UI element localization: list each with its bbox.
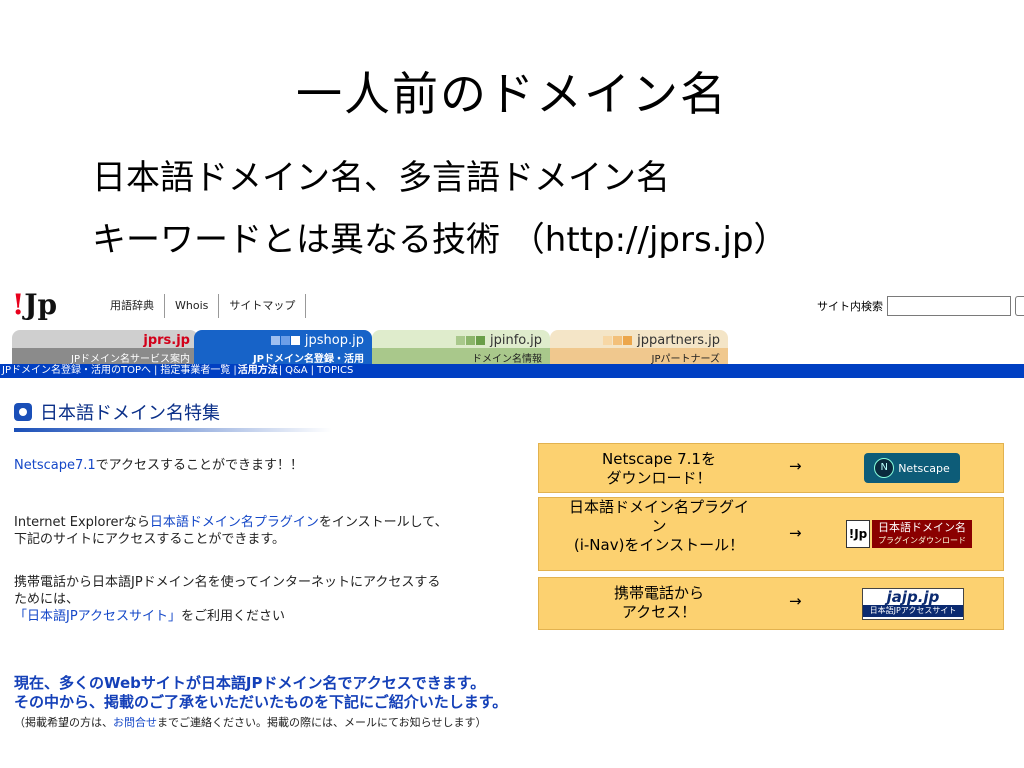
subnav-top-link[interactable]: JPドメイン名登録・活用のTOPへ (0, 365, 153, 376)
tab-name: jppartners.jp (637, 333, 720, 348)
netscape-text: Netscape7.1でアクセスすることができます！！ (14, 458, 303, 473)
slide-subtitle-1: 日本語ドメイン名、多言語ドメイン名 (92, 158, 670, 198)
site-search-label: サイト内検索 (817, 300, 883, 313)
announcement: 現在、多くのWebサイトが日本語JPドメイン名でアクセスできます。 その中から、… (14, 674, 508, 711)
square-icon (465, 336, 475, 345)
netscape-button[interactable]: N Netscape (864, 453, 960, 483)
netscape-link[interactable]: Netscape7.1 (14, 458, 96, 473)
mobile-access-box[interactable]: 携帯電話から アクセス！ → jajp.jp 日本語JPアクセスサイト (538, 577, 1004, 630)
slide-title: 一人前のドメイン名 (296, 67, 728, 121)
netscape-icon: N (874, 458, 895, 478)
tab-desc: ドメイン名情報 (372, 348, 550, 365)
tab-jpshop[interactable]: jpshop.jp JPドメイン名登録・活用 (194, 330, 372, 365)
tab-name: jprs.jp (143, 333, 190, 348)
section-title: 日本語ドメイン名特集 (40, 403, 220, 424)
site-search: サイト内検索 (817, 296, 1024, 316)
netscape-download-box[interactable]: Netscape 7.1を ダウンロード！ → N Netscape (538, 443, 1004, 493)
mobile-text: 携帯電話から日本語JPドメイン名を使ってインターネットにアクセスする ためには、… (14, 575, 441, 624)
inquiry-link[interactable]: お問合せ (113, 716, 157, 729)
top-navigation: 用語辞典 Whois サイトマップ (100, 294, 307, 318)
site-search-button[interactable] (1015, 296, 1024, 316)
square-icon (475, 336, 485, 345)
plugin-download-button[interactable]: !Jp 日本語ドメイン名 プラグインダウンロード (846, 520, 972, 548)
website-screenshot: !Jp 用語辞典 Whois サイトマップ サイト内検索 jprs.jp JPド… (0, 282, 1024, 734)
arrow-icon: → (789, 524, 802, 542)
listing-note: （掲載希望の方は、お問合せまでご連絡ください。掲載の際には、メールにてお知らせし… (14, 716, 487, 729)
tab-desc: JPパートナーズ (550, 348, 728, 365)
tab-desc: JPドメイン名サービス案内 (12, 348, 198, 365)
ie-text: Internet Explorerなら日本語ドメイン名プラグインをインストールし… (14, 515, 448, 547)
sub-navigation: JPドメイン名登録・活用のTOPへ | 指定事業者一覧 |活用方法| Q&A | TOPIC… (0, 364, 1024, 378)
jprs-logo[interactable]: !Jp (12, 288, 57, 321)
subnav-registrars-link[interactable]: 指定事業者一覧 (158, 365, 232, 376)
square-icon (622, 336, 632, 345)
section-heading: 日本語ドメイン名特集 (14, 399, 220, 425)
plugin-link[interactable]: 日本語ドメイン名プラグイン (150, 515, 319, 530)
heading-underline (14, 428, 332, 432)
tab-desc: JPドメイン名登録・活用 (252, 354, 364, 365)
slide-subtitle-2: キーワードとは異なる技術 （http://jprs.jp） (92, 220, 788, 260)
subnav-topics-link[interactable]: TOPICS (315, 365, 355, 376)
tab-name: jpinfo.jp (489, 333, 542, 348)
topnav-glossary-link[interactable]: 用語辞典 (100, 294, 165, 318)
access-site-link[interactable]: 「日本語JPアクセスサイト」 (14, 609, 181, 624)
tab-jpinfo[interactable]: jpinfo.jp ドメイン名情報 (372, 330, 550, 365)
square-icon (290, 336, 300, 345)
tab-name: jpshop.jp (304, 333, 364, 348)
square-icon (455, 336, 465, 345)
site-search-input[interactable] (887, 296, 1011, 316)
jajp-button[interactable]: jajp.jp 日本語JPアクセスサイト (862, 588, 964, 620)
subnav-usage-link[interactable]: 活用方法 (238, 365, 278, 376)
square-icon (280, 336, 290, 345)
jp-logo-icon: !Jp (846, 520, 870, 548)
tab-jppartners[interactable]: jppartners.jp JPパートナーズ (550, 330, 728, 365)
topnav-whois-link[interactable]: Whois (165, 294, 220, 318)
square-icon (602, 336, 612, 345)
arrow-icon: → (789, 457, 802, 475)
topnav-sitemap-link[interactable]: サイトマップ (219, 294, 307, 318)
plugin-install-box[interactable]: 日本語ドメイン名プラグイ ン (i-Nav)をインストール！ → !Jp 日本語… (538, 497, 1004, 571)
subnav-qa-link[interactable]: Q&A (283, 365, 310, 376)
square-icon (612, 336, 622, 345)
arrow-icon: → (789, 592, 802, 610)
tab-jprs[interactable]: jprs.jp JPドメイン名サービス案内 (12, 330, 198, 365)
bullet-icon (14, 403, 32, 421)
square-icon (270, 336, 280, 345)
